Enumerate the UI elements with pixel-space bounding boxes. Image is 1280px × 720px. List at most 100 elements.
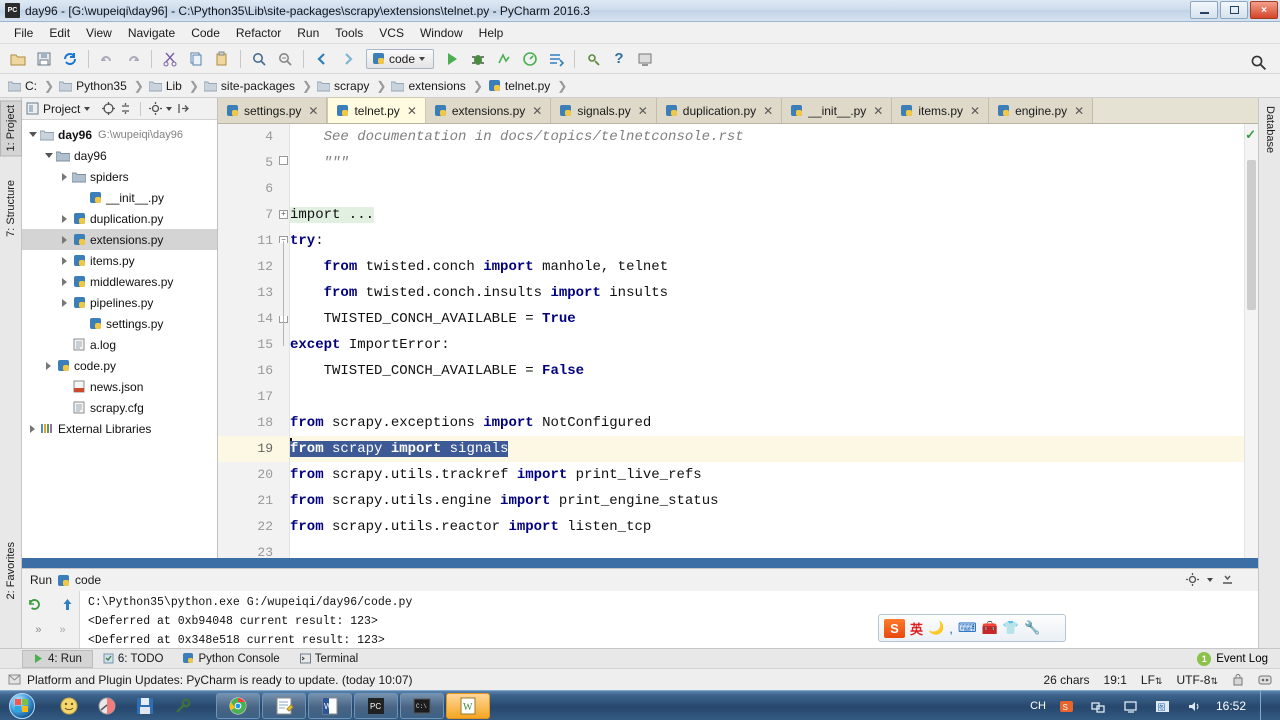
twisty-right-icon-6[interactable] <box>58 298 71 307</box>
close-tab-icon[interactable]: ✕ <box>308 104 318 118</box>
maximize-button[interactable] <box>1220 1 1248 19</box>
network-icon[interactable] <box>1088 695 1110 717</box>
sidebar-item-project[interactable]: 1: Project <box>0 100 22 157</box>
paste-icon[interactable] <box>210 47 234 71</box>
redo-icon[interactable] <box>121 47 145 71</box>
taskbar-cmd[interactable]: C:\ <box>400 692 444 719</box>
menu-code[interactable]: Code <box>183 24 228 42</box>
volume-icon[interactable] <box>1184 695 1206 717</box>
status-message[interactable]: Platform and Plugin Updates: PyCharm is … <box>27 673 413 687</box>
close-tab-icon-4[interactable]: ✕ <box>638 104 648 118</box>
locate-icon[interactable] <box>102 102 116 115</box>
ime-toolbar[interactable]: S 英 🌙 , ⌨ 🧰 👕 🔧 <box>878 614 1066 642</box>
code-line-13[interactable]: from twisted.conch.insults import insult… <box>290 280 1244 306</box>
rerun-icon[interactable] <box>27 597 42 612</box>
breadcrumb-item-scrapy[interactable]: scrapy <box>317 79 371 93</box>
code-line-7[interactable]: import ... <box>290 202 1244 228</box>
tree-item-external-libraries[interactable]: External Libraries <box>22 418 217 439</box>
twisty-right-icon-3[interactable] <box>58 235 71 244</box>
notification-icon[interactable] <box>8 673 21 686</box>
menu-help[interactable]: Help <box>471 24 512 42</box>
taskbar-editor[interactable]: W <box>446 692 490 719</box>
breadcrumb-item-telnet[interactable]: telnet.py <box>488 79 552 93</box>
editor-gutter[interactable]: 4 5 6 7 + 11 − 12 13 14 15 16 17 18 19 2… <box>218 124 290 558</box>
menu-edit[interactable]: Edit <box>41 24 78 42</box>
taskbar-notepad[interactable] <box>262 692 306 719</box>
breadcrumb-item-lib[interactable]: Lib <box>148 79 184 93</box>
tree-item-extensions[interactable]: extensions.py <box>22 229 217 250</box>
close-tab-icon-7[interactable]: ✕ <box>970 104 980 118</box>
close-tab-icon-5[interactable]: ✕ <box>763 104 773 118</box>
wrench-icon[interactable]: 🔧 <box>1024 620 1040 636</box>
tree-item-day96-module[interactable]: day96 <box>22 145 217 166</box>
update-icon[interactable] <box>633 47 657 71</box>
code-line-12[interactable]: from twisted.conch import manhole, telne… <box>290 254 1244 280</box>
menu-vcs[interactable]: VCS <box>371 24 412 42</box>
breadcrumb-item-python35[interactable]: Python35 <box>59 79 129 93</box>
tab-settings-py[interactable]: settings.py ✕ <box>218 98 328 123</box>
find-icon[interactable] <box>247 47 271 71</box>
tree-item-news-json[interactable]: news.json <box>22 376 217 397</box>
twisty-down-icon-2[interactable] <box>42 153 55 158</box>
media-icon[interactable] <box>58 695 80 717</box>
fold-end-icon[interactable] <box>279 156 288 165</box>
tree-item-day96-root[interactable]: day96 G:\wupeiqi\day96 <box>22 124 217 145</box>
minimize-button[interactable] <box>1190 1 1218 19</box>
code-line-20[interactable]: from scrapy.utils.trackref import print_… <box>290 462 1244 488</box>
settings-icon[interactable] <box>581 47 605 71</box>
fold-expand-icon[interactable]: + <box>279 210 288 219</box>
rerun-icon[interactable] <box>544 47 568 71</box>
breadcrumb-item-extensions[interactable]: extensions <box>391 79 467 93</box>
tree-item-duplication[interactable]: duplication.py <box>22 208 217 229</box>
file-encoding[interactable]: UTF-8⇅ <box>1176 673 1218 687</box>
run-configuration-selector[interactable]: code <box>366 48 434 69</box>
menu-file[interactable]: File <box>6 24 41 42</box>
paint-icon[interactable] <box>96 695 118 717</box>
tool-icon[interactable] <box>172 695 194 717</box>
tab-engine-py[interactable]: engine.py ✕ <box>989 98 1094 123</box>
chevron-down-icon-2[interactable] <box>166 106 173 111</box>
menu-tools[interactable]: Tools <box>327 24 371 42</box>
twisty-right-icon-7[interactable] <box>42 361 55 370</box>
open-folder-icon[interactable] <box>6 47 30 71</box>
close-tab-icon-6[interactable]: ✕ <box>873 104 883 118</box>
taskbar-chrome[interactable] <box>216 692 260 719</box>
tree-item-pipelines[interactable]: pipelines.py <box>22 292 217 313</box>
code-line-21[interactable]: from scrapy.utils.engine import print_en… <box>290 488 1244 514</box>
taskbar-clock[interactable]: 16:52 <box>1216 699 1246 713</box>
taskbar-word[interactable]: W <box>308 692 352 719</box>
code-line-23[interactable] <box>290 540 1244 558</box>
code-line-17[interactable] <box>290 384 1244 410</box>
tab-init-py[interactable]: __init__.py ✕ <box>782 98 893 123</box>
gear-icon[interactable] <box>149 102 163 115</box>
tree-item-init[interactable]: __init__.py <box>22 187 217 208</box>
save-icon[interactable] <box>134 695 156 717</box>
inspection-icon[interactable] <box>1258 673 1272 686</box>
tab-items-py[interactable]: items.py ✕ <box>892 98 990 123</box>
skin-icon[interactable]: 👕 <box>1003 620 1019 636</box>
breadcrumb-item-c[interactable]: C: <box>8 79 39 93</box>
tree-item-settings[interactable]: settings.py <box>22 313 217 334</box>
close-tab-icon-8[interactable]: ✕ <box>1074 104 1084 118</box>
coverage-icon[interactable] <box>492 47 516 71</box>
sidebar-item-structure[interactable]: 7: Structure <box>0 176 22 241</box>
code-lines[interactable]: See documentation in docs/topics/telnetc… <box>290 124 1244 558</box>
menu-navigate[interactable]: Navigate <box>120 24 183 42</box>
code-line-4[interactable]: See documentation in docs/topics/telnetc… <box>290 124 1244 150</box>
save-all-icon[interactable] <box>32 47 56 71</box>
twisty-right-icon-4[interactable] <box>58 256 71 265</box>
run-console-output[interactable]: C:\Python35\python.exe G:/wupeiqi/day96/… <box>80 591 1258 649</box>
help-icon[interactable]: ? <box>607 47 631 71</box>
toolbox-icon[interactable]: 🧰 <box>982 620 998 636</box>
code-line-22[interactable]: from scrapy.utils.reactor import listen_… <box>290 514 1244 540</box>
taskbar-pycharm[interactable]: PC <box>354 692 398 719</box>
profile-icon[interactable] <box>518 47 542 71</box>
forward-icon[interactable] <box>336 47 360 71</box>
line-separator[interactable]: LF⇅ <box>1141 673 1163 687</box>
ime-tray-icon[interactable]: 图 <box>1152 695 1174 717</box>
twisty-right-icon-5[interactable] <box>58 277 71 286</box>
menu-refactor[interactable]: Refactor <box>228 24 289 42</box>
sogou-logo-icon[interactable]: S <box>884 618 905 638</box>
back-icon[interactable] <box>310 47 334 71</box>
expand-more-icon[interactable]: » <box>35 624 41 636</box>
